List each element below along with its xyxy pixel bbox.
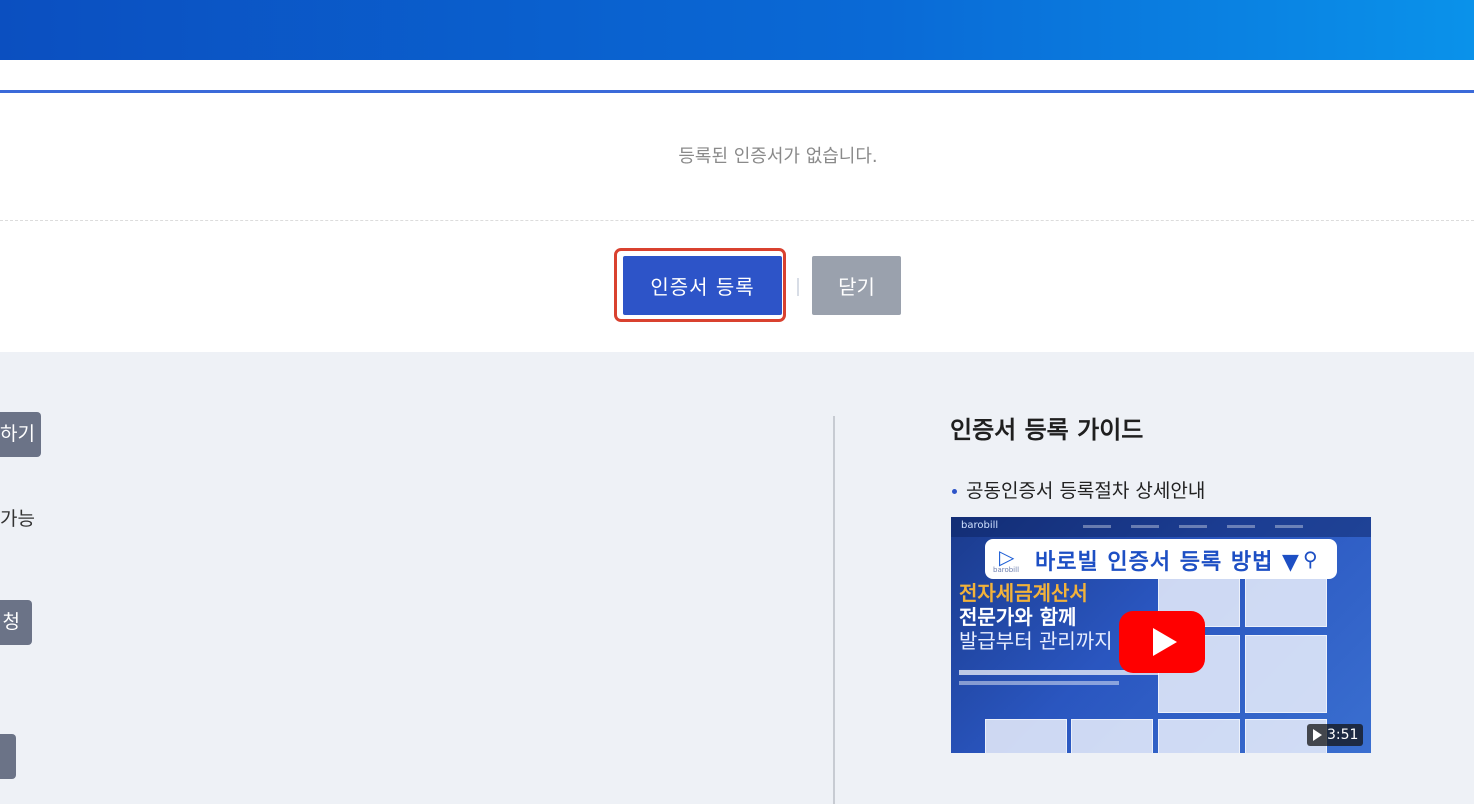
register-certificate-button[interactable]: 인증서 등록	[623, 256, 782, 315]
video-brand-text: barobill	[961, 520, 999, 531]
panel-top-border	[0, 90, 1474, 93]
dashed-divider	[0, 220, 1474, 221]
video-duration-badge: 3:51	[1307, 724, 1363, 746]
video-card	[1245, 635, 1327, 713]
empty-certificate-message: 등록된 인증서가 없습니다.	[678, 146, 878, 167]
left-tag-button-2[interactable]: 청	[0, 600, 32, 645]
play-triangle-icon	[1153, 628, 1177, 656]
close-button[interactable]: 닫기	[812, 256, 901, 315]
top-header-bar	[0, 0, 1474, 60]
video-nav-item	[1083, 525, 1111, 528]
video-headline-3: 발급부터 관리까지	[959, 629, 1113, 653]
overlay-logo-text: barobill	[993, 566, 1020, 574]
left-tag-button-3[interactable]	[0, 734, 16, 779]
bullet-icon	[952, 489, 957, 494]
column-divider	[833, 416, 835, 804]
search-icon: ⚲	[1303, 547, 1318, 571]
youtube-play-button-icon[interactable]	[1119, 611, 1205, 673]
guide-video-thumbnail[interactable]: barobill 전자세금계산서 전문가와 함께 발급부터 관리까지 ▷ bar…	[951, 517, 1371, 753]
guide-section: 하기 가능 청 인증서 등록 가이드 공동인증서 등록절차 상세안내 barob…	[0, 352, 1474, 804]
video-title-overlay: ▷ barobill 바로빌 인증서 등록 방법 ▼ ⚲	[985, 539, 1337, 579]
video-card	[985, 719, 1067, 753]
video-nav-item	[1131, 525, 1159, 528]
video-nav-bar: barobill	[951, 517, 1371, 537]
play-icon	[1313, 729, 1322, 741]
video-nav-item	[1179, 525, 1207, 528]
video-card	[1158, 719, 1240, 753]
guide-detail-link[interactable]: 공동인증서 등록절차 상세안내	[966, 476, 1205, 503]
video-overlay-title: 바로빌 인증서 등록 방법 ▼	[1035, 550, 1300, 575]
video-card	[1071, 719, 1153, 753]
video-nav-item	[1275, 525, 1303, 528]
guide-title: 인증서 등록 가이드	[950, 416, 1144, 444]
video-text-line	[959, 681, 1119, 685]
video-duration: 3:51	[1327, 727, 1359, 743]
video-nav-item	[1227, 525, 1255, 528]
left-tag-button-1[interactable]: 하기	[0, 412, 41, 457]
button-separator	[797, 278, 799, 296]
left-text-available: 가능	[0, 508, 35, 530]
